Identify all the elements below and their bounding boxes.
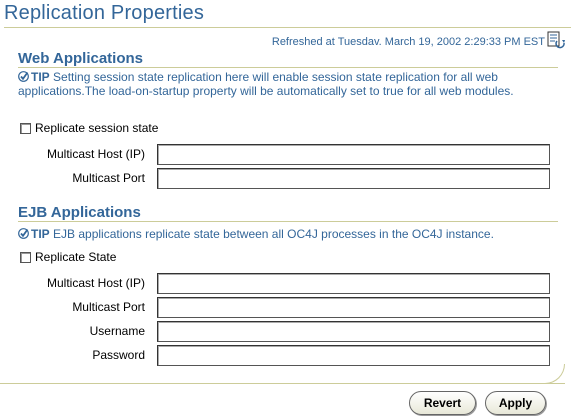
ejb-tip: TIP EJB applications replicate state bet… (18, 227, 553, 241)
ejb-multicast-port-label: Multicast Port (72, 300, 145, 314)
ejb-multicast-host-input[interactable] (157, 273, 550, 294)
apply-button[interactable]: Apply (485, 391, 546, 415)
ejb-password-input[interactable] (157, 345, 550, 366)
replicate-session-checkbox[interactable] (20, 122, 31, 134)
check-icon (18, 228, 29, 239)
web-tip-label: TIP (31, 70, 50, 84)
revert-button[interactable]: Revert (409, 391, 476, 415)
replicate-session-checkbox-row[interactable]: Replicate session state (20, 121, 158, 135)
ejb-multicast-port-input[interactable] (157, 297, 550, 318)
page-title: Replication Properties (4, 2, 205, 24)
web-multicast-port-input[interactable] (157, 168, 550, 189)
footer-corner (545, 364, 565, 384)
replicate-state-checkbox[interactable] (20, 251, 31, 263)
web-multicast-host-label: Multicast Host (IP) (46, 147, 145, 161)
ejb-applications-heading: EJB Applications (18, 204, 141, 221)
web-section-divider (18, 67, 558, 68)
ejb-password-label: Password (92, 348, 145, 362)
check-icon (18, 71, 29, 82)
title-divider (4, 27, 571, 28)
web-multicast-host-input[interactable] (157, 144, 550, 165)
replicate-session-label: Replicate session state (35, 121, 159, 135)
refresh-timestamp: Refreshed at Tuesdav. March 19, 2002 2:2… (271, 36, 545, 48)
web-tip-text: Setting session state replication here w… (18, 70, 514, 98)
ejb-section-divider (18, 221, 558, 222)
ejb-tip-text: EJB applications replicate state between… (53, 227, 494, 241)
replicate-state-label: Replicate State (35, 250, 117, 264)
web-applications-heading: Web Applications (18, 50, 144, 67)
ejb-multicast-host-label: Multicast Host (IP) (46, 276, 145, 290)
footer-divider (0, 383, 565, 384)
replicate-state-checkbox-row[interactable]: Replicate State (20, 250, 116, 264)
web-multicast-port-label: Multicast Port (72, 171, 145, 185)
web-tip: TIP Setting session state replication he… (18, 70, 553, 98)
ejb-tip-label: TIP (31, 227, 50, 241)
refresh-icon[interactable] (546, 31, 566, 49)
ejb-username-label: Username (89, 324, 145, 338)
ejb-username-input[interactable] (157, 321, 550, 342)
